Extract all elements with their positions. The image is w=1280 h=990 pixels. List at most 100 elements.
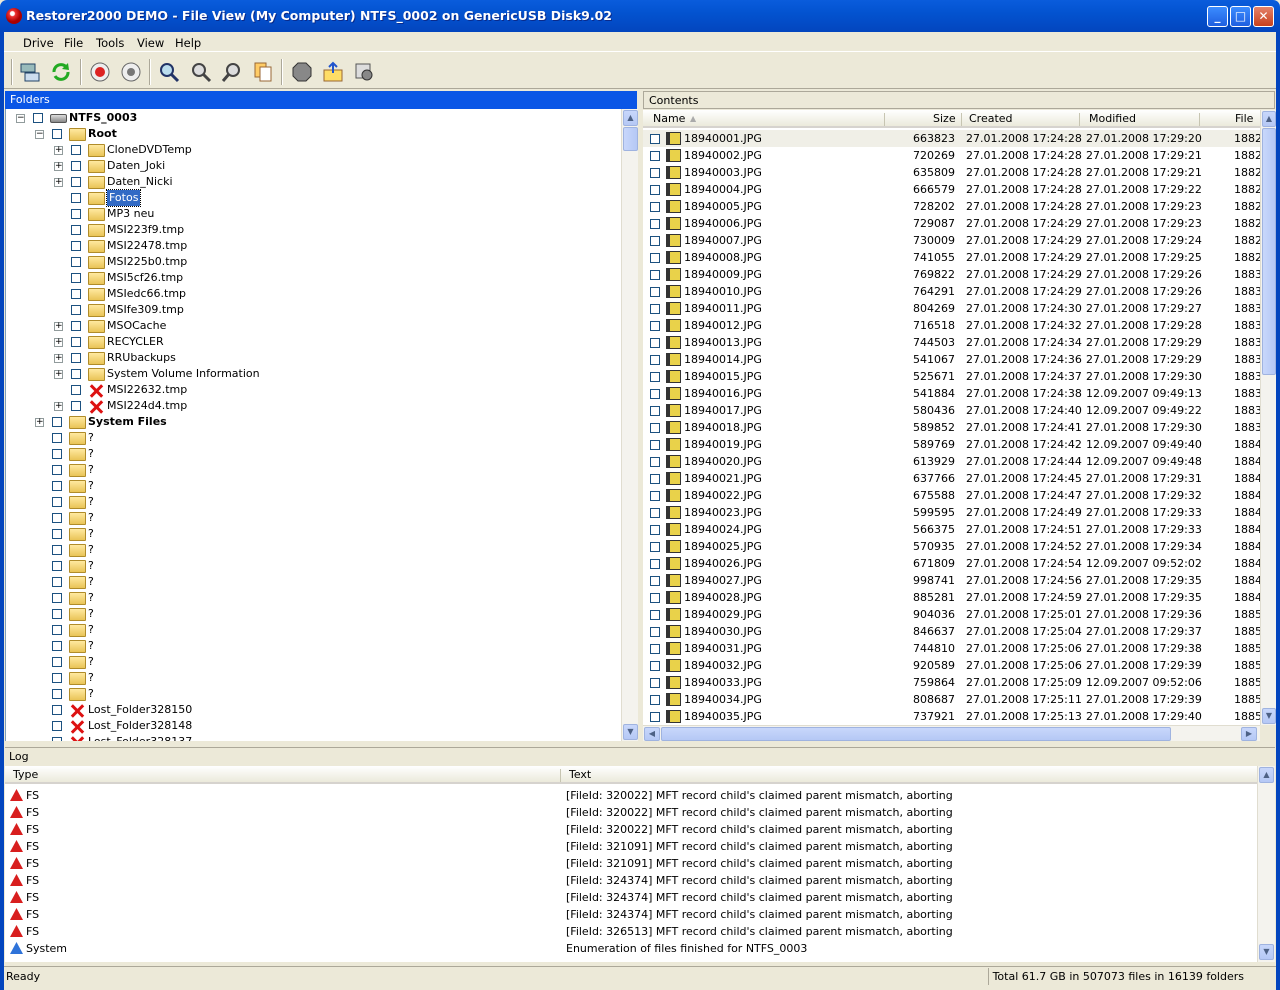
file-row[interactable]: 18940020.JPG 613929 27.01.2008 17:24:44 12.…: [643, 453, 1260, 470]
tree-checkbox[interactable]: [71, 209, 81, 219]
file-row[interactable]: 18940006.JPG 729087 27.01.2008 17:24:29 27.…: [643, 215, 1260, 232]
file-row[interactable]: 18940019.JPG 589769 27.01.2008 17:24:42 12.…: [643, 436, 1260, 453]
tree-expander[interactable]: +: [54, 338, 63, 347]
tree-node[interactable]: MSIfe309.tmp: [6, 302, 621, 318]
tree-node[interactable]: ?: [6, 494, 621, 510]
recover-icon[interactable]: [320, 59, 346, 85]
file-list[interactable]: Name ▲ Size Created Modified File I 1894…: [643, 110, 1260, 725]
tree-node[interactable]: MSI22632.tmp: [6, 382, 621, 398]
tree-checkbox[interactable]: [71, 273, 81, 283]
tree-node[interactable]: + CloneDVDTemp: [6, 142, 621, 158]
file-row[interactable]: 18940035.JPG 737921 27.01.2008 17:25:13 27.…: [643, 708, 1260, 725]
tree-node[interactable]: Lost_Folder328148: [6, 718, 621, 734]
file-checkbox[interactable]: [650, 678, 660, 688]
file-checkbox[interactable]: [650, 474, 660, 484]
tree-expander[interactable]: +: [54, 146, 63, 155]
scroll-down-button[interactable]: ▼: [1259, 944, 1274, 960]
log-row[interactable]: FS [FileId: 321091] MFT record child's cl…: [5, 838, 1257, 855]
tree-checkbox[interactable]: [52, 417, 62, 427]
file-checkbox[interactable]: [650, 576, 660, 586]
file-checkbox[interactable]: [650, 712, 660, 722]
tree-checkbox[interactable]: [52, 641, 62, 651]
tree-checkbox[interactable]: [52, 593, 62, 603]
tree-checkbox[interactable]: [71, 225, 81, 235]
file-row[interactable]: 18940002.JPG 720269 27.01.2008 17:24:28 27.…: [643, 147, 1260, 164]
log-row[interactable]: FS [FileId: 326513] MFT record child's cl…: [5, 923, 1257, 940]
close-button[interactable]: ✕: [1253, 6, 1274, 27]
scroll-up-button[interactable]: ▲: [1259, 767, 1274, 783]
menu-help[interactable]: Help: [175, 36, 201, 50]
tree-checkbox[interactable]: [52, 449, 62, 459]
file-checkbox[interactable]: [650, 423, 660, 433]
tree-node[interactable]: − NTFS_0003: [6, 110, 621, 126]
file-row[interactable]: 18940026.JPG 671809 27.01.2008 17:24:54 12.…: [643, 555, 1260, 572]
file-row[interactable]: 18940018.JPG 589852 27.01.2008 17:24:41 27.…: [643, 419, 1260, 436]
menu-view[interactable]: View: [137, 36, 164, 50]
file-checkbox[interactable]: [650, 661, 660, 671]
folder-tree[interactable]: − NTFS_0003− Root + CloneDVDTemp + Daten_Joki +…: [5, 109, 621, 741]
tree-checkbox[interactable]: [52, 609, 62, 619]
find-previous-icon[interactable]: [219, 59, 245, 85]
log-row[interactable]: FS [FileId: 320022] MFT record child's cl…: [5, 804, 1257, 821]
menu-tools[interactable]: Tools: [96, 36, 124, 50]
file-row[interactable]: 18940027.JPG 998741 27.01.2008 17:24:56 27.…: [643, 572, 1260, 589]
tree-node[interactable]: Lost_Folder328137: [6, 734, 621, 741]
file-checkbox[interactable]: [650, 440, 660, 450]
column-separator[interactable]: [1079, 113, 1080, 126]
file-checkbox[interactable]: [650, 321, 660, 331]
tree-node[interactable]: ?: [6, 638, 621, 654]
file-list-vertical-scrollbar[interactable]: ▲ ▼: [1260, 110, 1276, 725]
tree-expander[interactable]: +: [54, 322, 63, 331]
scroll-up-button[interactable]: ▲: [623, 110, 638, 126]
tree-node[interactable]: ?: [6, 478, 621, 494]
file-row[interactable]: 18940011.JPG 804269 27.01.2008 17:24:30 27.…: [643, 300, 1260, 317]
tree-node[interactable]: + MSI224d4.tmp: [6, 398, 621, 414]
tree-node[interactable]: + Daten_Nicki: [6, 174, 621, 190]
tree-checkbox[interactable]: [71, 161, 81, 171]
tree-checkbox[interactable]: [52, 465, 62, 475]
tree-checkbox[interactable]: [71, 385, 81, 395]
file-checkbox[interactable]: [650, 253, 660, 263]
tree-checkbox[interactable]: [52, 433, 62, 443]
scroll-left-button[interactable]: ◀: [644, 727, 660, 741]
stop-icon[interactable]: [87, 59, 113, 85]
file-row[interactable]: 18940012.JPG 716518 27.01.2008 17:24:32 27.…: [643, 317, 1260, 334]
tree-node[interactable]: + RECYCLER: [6, 334, 621, 350]
tree-expander[interactable]: +: [54, 162, 63, 171]
find-next-icon[interactable]: [188, 59, 214, 85]
scroll-thumb[interactable]: [661, 727, 1171, 741]
tree-checkbox[interactable]: [71, 177, 81, 187]
tree-checkbox[interactable]: [52, 577, 62, 587]
tree-checkbox[interactable]: [71, 289, 81, 299]
tree-node[interactable]: − Root: [6, 126, 621, 142]
file-checkbox[interactable]: [650, 168, 660, 178]
tree-expander[interactable]: +: [54, 354, 63, 363]
file-checkbox[interactable]: [650, 389, 660, 399]
file-row[interactable]: 18940013.JPG 744503 27.01.2008 17:24:34 27.…: [643, 334, 1260, 351]
file-row[interactable]: 18940030.JPG 846637 27.01.2008 17:25:04 27.…: [643, 623, 1260, 640]
tree-node[interactable]: MSIedc66.tmp: [6, 286, 621, 302]
tree-checkbox[interactable]: [52, 625, 62, 635]
tree-checkbox[interactable]: [52, 497, 62, 507]
tree-node[interactable]: ?: [6, 622, 621, 638]
log-row[interactable]: FS [FileId: 321091] MFT record child's cl…: [5, 855, 1257, 872]
tree-node[interactable]: MSI223f9.tmp: [6, 222, 621, 238]
tree-checkbox[interactable]: [52, 657, 62, 667]
file-checkbox[interactable]: [650, 219, 660, 229]
file-checkbox[interactable]: [650, 610, 660, 620]
file-row[interactable]: 18940024.JPG 566375 27.01.2008 17:24:51 27.…: [643, 521, 1260, 538]
tree-node[interactable]: ?: [6, 686, 621, 702]
tree-node[interactable]: ?: [6, 590, 621, 606]
tree-checkbox[interactable]: [52, 689, 62, 699]
file-row[interactable]: 18940015.JPG 525671 27.01.2008 17:24:37 27.…: [643, 368, 1260, 385]
log-row[interactable]: System Enumeration of files finished for …: [5, 940, 1257, 957]
tree-node[interactable]: ?: [6, 526, 621, 542]
scroll-down-button[interactable]: ▼: [1262, 708, 1276, 724]
column-created[interactable]: Created: [969, 110, 1013, 128]
tree-expander[interactable]: −: [16, 114, 25, 123]
log-row[interactable]: FS [FileId: 324374] MFT record child's cl…: [5, 906, 1257, 923]
file-row[interactable]: 18940017.JPG 580436 27.01.2008 17:24:40 12.…: [643, 402, 1260, 419]
scroll-thumb[interactable]: [623, 127, 638, 151]
tree-node[interactable]: MSI22478.tmp: [6, 238, 621, 254]
tree-checkbox[interactable]: [33, 113, 43, 123]
